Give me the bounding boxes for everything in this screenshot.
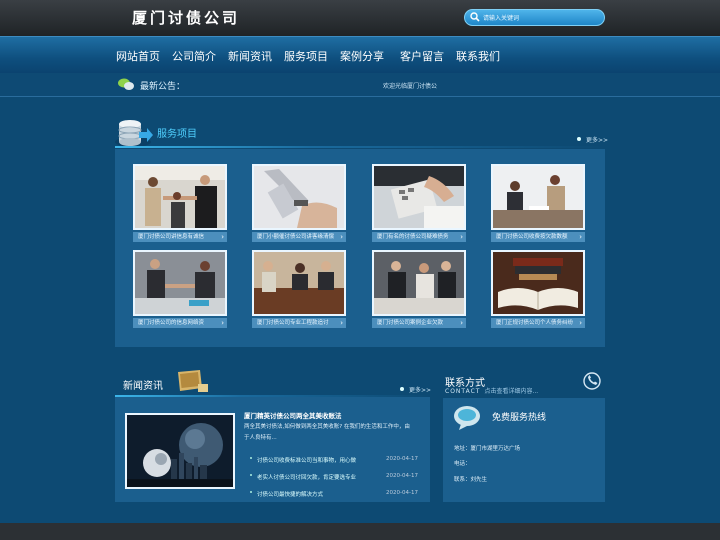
service-card[interactable]: 厦门讨债公司案例企业欠款 › [372,250,466,328]
nav-services[interactable]: 服务项目 [284,48,328,64]
service-image[interactable] [252,250,346,316]
news-title: 新闻资讯 [123,381,163,392]
featured-news-summary: 两全其美讨债法,如何做到两全其美收账? 在我们的生活和工作中，由于人良特有... [244,424,410,441]
services-more-link[interactable]: 更多>> [577,135,608,144]
news-item-title[interactable]: 讨债公司收费标准公司当和事物，用心做 [257,456,356,464]
services-divider [115,146,605,148]
bullet-icon [400,387,404,391]
bullet-icon [250,491,252,493]
news-more-link[interactable]: 更多>> [400,385,431,394]
main-nav: 网站首页 公司简介 新闻资讯 服务项目 案例分享 客户留言 联系我们 [0,36,720,73]
contact-subtitle-note[interactable]: 点击查看详细内容... [484,388,538,395]
featured-news-title[interactable]: 厦门精英讨债公司两全其美收账法 [244,410,342,420]
service-image[interactable] [133,250,227,316]
contact-phone: 电话： [454,461,471,467]
newspaper-icon [178,370,208,392]
arrow-right-icon: › [460,319,463,327]
bullet-icon [250,474,252,476]
contact-address: 地址：厦门市湖里万达广场 [454,446,521,452]
nav-cases[interactable]: 案例分享 [340,48,384,64]
service-image[interactable] [133,164,227,230]
service-caption: 厦门讨债公司的信息网络资 [138,320,205,326]
services-more-label: 更多>> [586,137,609,144]
nav-home[interactable]: 网站首页 [116,48,160,64]
phone-icon [583,372,601,390]
service-card[interactable]: 厦门讨债公司的信息网络资 › [133,250,227,328]
service-card[interactable]: 厦门讨债公司讲信息有诚信 › [133,164,227,242]
top-header: 厦门讨债公司 [0,0,720,36]
service-card[interactable]: 厦门小额催讨债公司讲客缘清偿 › [252,164,346,242]
arrow-right-icon: › [340,319,343,327]
service-card[interactable]: 厦门讨债公司收费按欠款数额 › [491,164,585,242]
contact-person: 联系：刘先生 [454,477,488,483]
service-caption: 厦门有名的讨债公司疑难债务 [377,234,449,240]
service-caption: 厦门讨债公司专业工程款追讨 [257,320,329,326]
notice-label: 最新公告： [140,82,186,92]
notice-bar: 最新公告： 欢迎光临厦门讨债公 [0,73,720,97]
contact-subtitle: CONTACT 点击查看详细内容... [445,386,538,395]
nav-contact[interactable]: 联系我们 [456,48,500,64]
service-image[interactable] [372,250,466,316]
arrow-right-icon: › [579,319,582,327]
news-item-date: 2020-04-17 [386,490,418,496]
notice-text[interactable]: 欢迎光临厦门讨债公 [383,81,437,90]
service-card[interactable]: 厦门正规讨债公司个人债务纠纷 › [491,250,585,328]
service-caption: 厦门正规讨债公司个人债务纠纷 [496,320,574,326]
bullet-icon [577,137,581,141]
service-image[interactable] [491,164,585,230]
news-item-title[interactable]: 老实人讨债公司讨回欠款，肯定要选专业 [257,473,356,481]
service-caption: 厦门讨债公司收费按欠款数额 [496,234,568,240]
arrow-right-icon: › [221,233,224,241]
service-caption: 厦门小额催讨债公司讲客缘清偿 [257,234,335,240]
bullet-icon [250,457,252,459]
service-card[interactable]: 厦门有名的讨债公司疑难债务 › [372,164,466,242]
nav-news[interactable]: 新闻资讯 [228,48,272,64]
search-box[interactable] [464,9,605,26]
nav-guestbook[interactable]: 客户留言 [400,48,444,64]
service-image[interactable] [252,164,346,230]
site-title[interactable]: 厦门讨债公司 [132,7,240,28]
news-item-title[interactable]: 讨债公司最快捷的解决方式 [257,490,323,498]
arrow-right-icon: › [340,233,343,241]
arrow-right-icon: › [221,319,224,327]
nav-about[interactable]: 公司简介 [172,48,216,64]
hotline-title: 免费服务热线 [492,413,547,423]
arrow-right-icon: › [579,233,582,241]
chat-bubble-icon [454,406,480,430]
contact-subtitle-en: CONTACT [445,388,481,395]
service-image[interactable] [372,164,466,230]
search-input[interactable] [483,11,601,25]
database-icon [115,120,153,147]
news-item-date: 2020-04-17 [386,456,418,462]
news-more-label: 更多>> [409,387,432,394]
arrow-right-icon: › [460,233,463,241]
chat-bubbles-icon [118,78,134,90]
service-caption: 厦门讨债公司讲信息有诚信 [138,234,205,240]
news-image[interactable] [125,413,235,489]
footer-bar [0,523,720,540]
search-icon[interactable] [470,12,480,22]
services-title: 服务项目 [157,129,197,140]
service-image[interactable] [491,250,585,316]
service-card[interactable]: 厦门讨债公司专业工程款追讨 › [252,250,346,328]
news-item-date: 2020-04-17 [386,473,418,479]
service-caption: 厦门讨债公司案例企业欠款 [377,320,444,326]
